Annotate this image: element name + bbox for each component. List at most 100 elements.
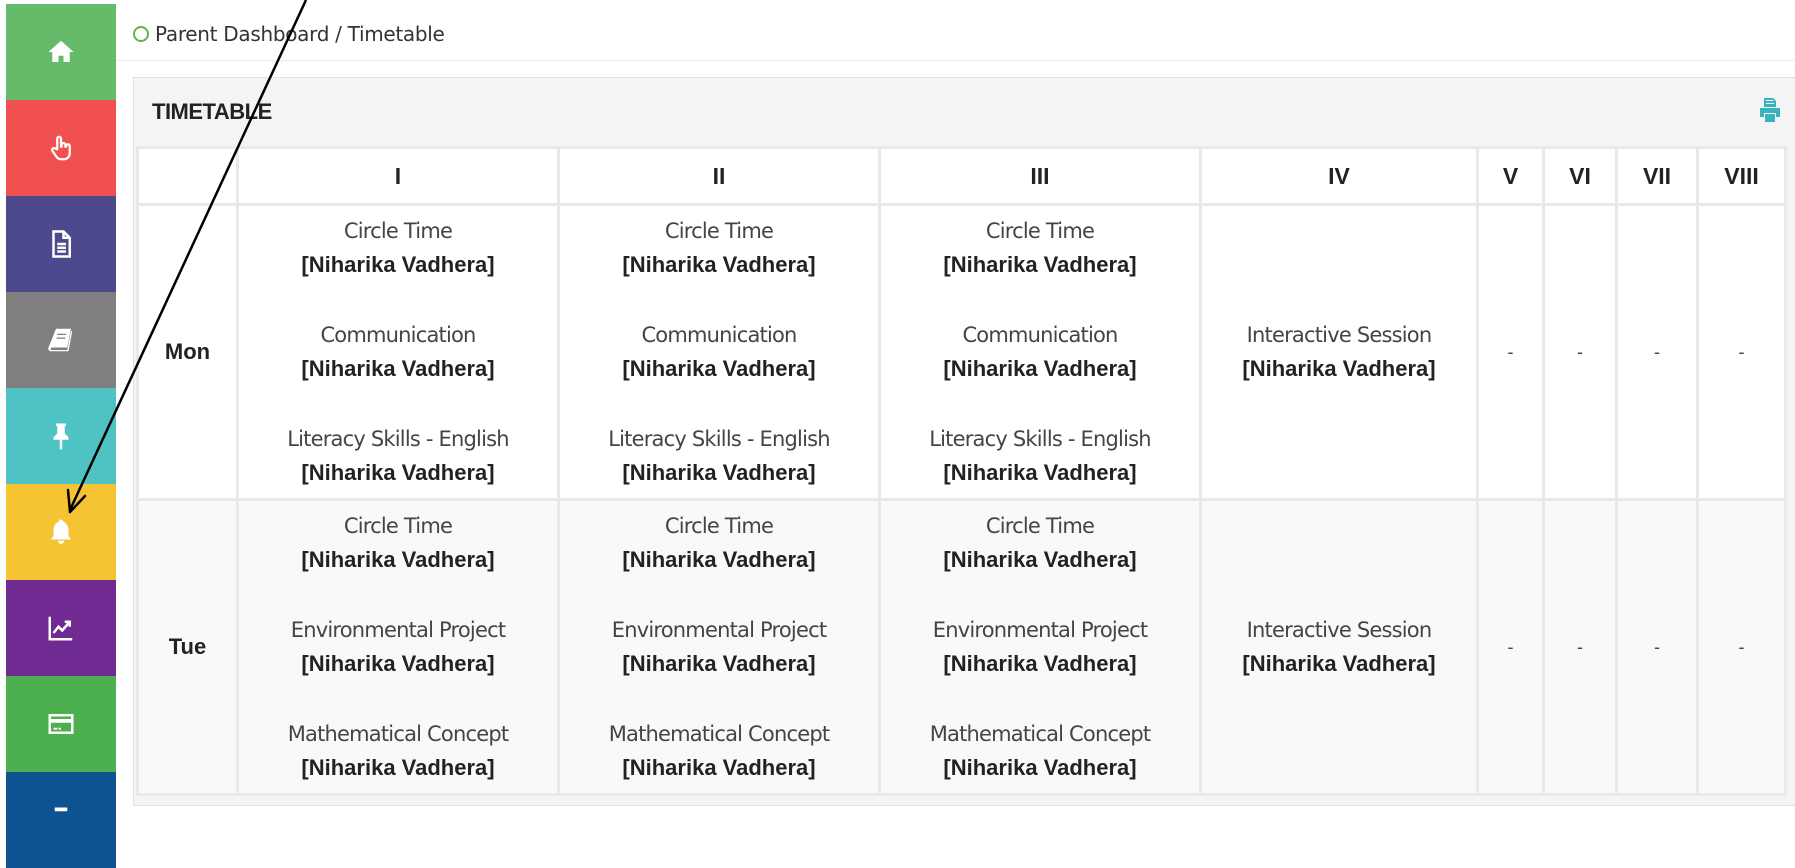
panel-header: TIMETABLE (134, 78, 1795, 146)
class-entry: Mathematical Concept [Niharika Vadhera] (239, 717, 557, 785)
print-button[interactable] (1758, 97, 1782, 128)
class-entry: Mathematical Concept [Niharika Vadhera] (560, 717, 878, 785)
class-entry: Communication [Niharika Vadhera] (881, 318, 1199, 386)
class-entry: Circle Time [Niharika Vadhera] (560, 509, 878, 577)
subject-name: Literacy Skills - English (287, 427, 509, 451)
subject-name: Environmental Project (932, 618, 1148, 642)
timetable-panel: TIMETABLE I II III IV V VI VII VIII Mon C… (133, 77, 1795, 806)
sidebar-item-reports[interactable] (6, 580, 116, 676)
book-icon (48, 328, 73, 352)
hand-pointer-icon (51, 135, 71, 161)
class-entry: Literacy Skills - English [Niharika Vadhe… (560, 422, 878, 490)
column-header-day (136, 146, 239, 206)
subject-name: Interactive Session (1246, 618, 1433, 642)
teacher-name: [Niharika Vadhera] (943, 651, 1137, 676)
teacher-name: [Niharika Vadhera] (301, 651, 495, 676)
period-cell: Circle Time [Niharika Vadhera] Communicati… (878, 203, 1202, 501)
pin-icon (53, 423, 69, 450)
class-entry: Mathematical Concept [Niharika Vadhera] (881, 717, 1199, 785)
class-entry: Interactive Session [Niharika Vadhera] (1202, 318, 1476, 386)
teacher-name: [Niharika Vadhera] (943, 547, 1137, 572)
teacher-name: [Niharika Vadhera] (622, 252, 816, 277)
table-row: Tue Circle Time [Niharika Vadhera] Environm… (136, 498, 1787, 796)
subject-name: Communication (962, 323, 1118, 347)
breadcrumb: Parent Dashboard / Timetable (133, 18, 445, 50)
class-entry: Environmental Project [Niharika Vadhera] (881, 613, 1199, 681)
more-icon (54, 807, 68, 812)
teacher-name: [Niharika Vadhera] (943, 356, 1137, 381)
empty-period-cell: - (1615, 498, 1699, 796)
timetable-table: I II III IV V VI VII VIII Mon Circle Time… (136, 146, 1787, 796)
sidebar-item-home[interactable] (6, 4, 116, 100)
class-entry: Circle Time [Niharika Vadhera] (881, 214, 1199, 282)
teacher-name: [Niharika Vadhera] (943, 755, 1137, 780)
table-header-row: I II III IV V VI VII VIII (136, 146, 1787, 206)
period-cell: Circle Time [Niharika Vadhera] Communicati… (557, 203, 881, 501)
table-row: Mon Circle Time [Niharika Vadhera] Communic… (136, 203, 1787, 501)
teacher-name: [Niharika Vadhera] (622, 547, 816, 572)
column-header-period: III (878, 146, 1202, 206)
class-entry: Circle Time [Niharika Vadhera] (560, 214, 878, 282)
class-entry: Environmental Project [Niharika Vadhera] (560, 613, 878, 681)
document-icon (52, 230, 71, 258)
class-entry: Communication [Niharika Vadhera] (560, 318, 878, 386)
class-entry: Literacy Skills - English [Niharika Vadhe… (239, 422, 557, 490)
period-cell: Circle Time [Niharika Vadhera] Environment… (236, 498, 560, 796)
teacher-name: [Niharika Vadhera] (301, 547, 495, 572)
teacher-name: [Niharika Vadhera] (622, 460, 816, 485)
column-header-period: IV (1199, 146, 1479, 206)
period-cell: Circle Time [Niharika Vadhera] Communicati… (236, 203, 560, 501)
teacher-name: [Niharika Vadhera] (622, 356, 816, 381)
teacher-name: [Niharika Vadhera] (301, 755, 495, 780)
period-cell: Interactive Session [Niharika Vadhera] (1199, 498, 1479, 796)
empty-period-cell: - (1542, 498, 1618, 796)
subject-name: Environmental Project (611, 618, 827, 642)
sidebar-item-more[interactable] (6, 772, 116, 868)
subject-name: Mathematical Concept (287, 722, 509, 746)
teacher-name: [Niharika Vadhera] (1242, 651, 1436, 676)
day-cell: Tue (136, 498, 239, 796)
column-header-period: II (557, 146, 881, 206)
column-header-period: VII (1615, 146, 1699, 206)
empty-period-cell: - (1542, 203, 1618, 501)
sidebar-item-documents[interactable] (6, 196, 116, 292)
class-entry: Interactive Session [Niharika Vadhera] (1202, 613, 1476, 681)
period-cell: Circle Time [Niharika Vadhera] Environment… (878, 498, 1202, 796)
class-entry: Circle Time [Niharika Vadhera] (239, 509, 557, 577)
teacher-name: [Niharika Vadhera] (943, 252, 1137, 277)
column-header-period: I (236, 146, 560, 206)
day-cell: Mon (136, 203, 239, 501)
teacher-name: [Niharika Vadhera] (301, 460, 495, 485)
sidebar-item-notifications[interactable] (6, 484, 116, 580)
subject-name: Circle Time (664, 514, 774, 538)
class-entry: Circle Time [Niharika Vadhera] (881, 509, 1199, 577)
teacher-name: [Niharika Vadhera] (301, 356, 495, 381)
sidebar-item-activity[interactable] (6, 100, 116, 196)
sidebar-item-books[interactable] (6, 292, 116, 388)
divider (116, 60, 1795, 61)
bell-icon (51, 519, 71, 544)
subject-name: Interactive Session (1246, 323, 1433, 347)
sidebar-item-fees[interactable] (6, 676, 116, 772)
breadcrumb-circle-icon (133, 26, 149, 42)
line-chart-icon (48, 616, 73, 641)
print-icon (1760, 97, 1780, 122)
subject-name: Environmental Project (290, 618, 506, 642)
subject-name: Literacy Skills - English (929, 427, 1151, 451)
panel-title: TIMETABLE (152, 99, 272, 124)
subject-name: Communication (641, 323, 797, 347)
credit-card-icon (48, 714, 74, 734)
subject-name: Circle Time (343, 219, 453, 243)
subject-name: Circle Time (985, 514, 1095, 538)
subject-name: Circle Time (343, 514, 453, 538)
teacher-name: [Niharika Vadhera] (622, 651, 816, 676)
breadcrumb-text[interactable]: Parent Dashboard / Timetable (155, 22, 445, 46)
class-entry: Communication [Niharika Vadhera] (239, 318, 557, 386)
column-header-period: V (1476, 146, 1545, 206)
subject-name: Circle Time (664, 219, 774, 243)
sidebar-item-notices[interactable] (6, 388, 116, 484)
teacher-name: [Niharika Vadhera] (1242, 356, 1436, 381)
teacher-name: [Niharika Vadhera] (943, 460, 1137, 485)
teacher-name: [Niharika Vadhera] (622, 755, 816, 780)
teacher-name: [Niharika Vadhera] (301, 252, 495, 277)
